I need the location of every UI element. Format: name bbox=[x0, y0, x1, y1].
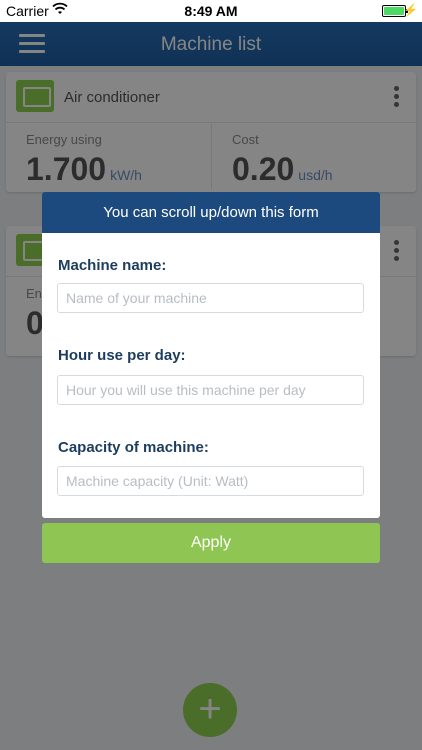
clock: 8:49 AM bbox=[184, 3, 238, 19]
modal-header: You can scroll up/down this form bbox=[42, 192, 380, 233]
capacity-label: Capacity of machine: bbox=[58, 439, 209, 456]
machine-name-label: Machine name: bbox=[58, 257, 167, 274]
capacity-input[interactable] bbox=[57, 466, 364, 496]
charging-icon: ⚡ bbox=[403, 3, 418, 17]
hour-use-label: Hour use per day: bbox=[58, 347, 186, 364]
apply-button[interactable]: Apply bbox=[42, 523, 380, 563]
status-bar: Carrier 8:49 AM ⚡ bbox=[0, 0, 422, 22]
machine-name-input[interactable] bbox=[57, 283, 364, 313]
add-machine-form: Machine name: Hour use per day: Capacity… bbox=[42, 233, 380, 518]
hour-use-input[interactable] bbox=[57, 375, 364, 405]
